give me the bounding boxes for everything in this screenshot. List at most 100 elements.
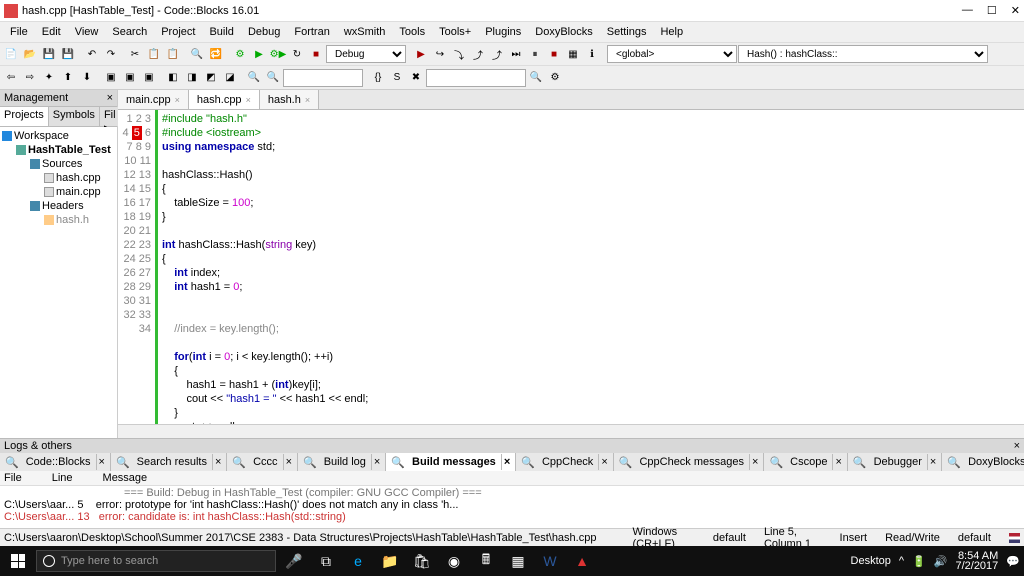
- tree-file-main-cpp[interactable]: main.cpp: [2, 185, 115, 199]
- build-target-select[interactable]: Debug: [326, 45, 406, 63]
- misc4-icon[interactable]: ◪: [221, 69, 239, 87]
- misc3-icon[interactable]: ◩: [202, 69, 220, 87]
- code-editor[interactable]: #include "hash.h" #include <iostream> us…: [158, 110, 1024, 424]
- panel-close-icon[interactable]: ×: [1014, 440, 1020, 452]
- debug-info-icon[interactable]: ℹ: [583, 45, 601, 63]
- chrome-icon[interactable]: ◉: [440, 550, 468, 572]
- bookmark-icon[interactable]: ✦: [40, 69, 58, 87]
- taskbar-search[interactable]: Type here to search: [36, 550, 276, 572]
- editor-tab-hash-cpp[interactable]: hash.cpp×: [189, 90, 260, 109]
- bookmark-prev-icon[interactable]: ⬆: [59, 69, 77, 87]
- log-tab-doxy[interactable]: 🔍DoxyBlocks ×: [942, 453, 1024, 471]
- debug-step-icon[interactable]: ⤵: [450, 45, 468, 63]
- editor-tab-hash-h[interactable]: hash.h×: [260, 90, 319, 109]
- menu-fortran[interactable]: Fortran: [288, 24, 335, 40]
- log-body[interactable]: === Build: Debug in HashTable_Test (comp…: [0, 486, 1024, 528]
- log-tab-debugger[interactable]: 🔍Debugger ×: [848, 453, 942, 471]
- rebuild-icon[interactable]: ↻: [288, 45, 306, 63]
- debug-next-icon[interactable]: ⏭: [507, 45, 525, 63]
- debug-stop-icon[interactable]: ■: [545, 45, 563, 63]
- paste-icon[interactable]: 📋: [164, 45, 182, 63]
- log-col-file[interactable]: File: [4, 472, 22, 484]
- run-icon[interactable]: ▶: [250, 45, 268, 63]
- store-icon[interactable]: 🛍: [408, 550, 436, 572]
- app-icon[interactable]: ▦: [504, 550, 532, 572]
- log-tab-search[interactable]: 🔍Search results ×: [111, 453, 227, 471]
- menu-debug[interactable]: Debug: [242, 24, 286, 40]
- menu-settings[interactable]: Settings: [601, 24, 653, 40]
- minimize-button[interactable]: —: [962, 4, 973, 17]
- tree-headers[interactable]: Headers: [2, 199, 115, 213]
- tray-up-icon[interactable]: ^: [899, 555, 904, 567]
- close-icon[interactable]: ×: [175, 95, 180, 105]
- close-icon[interactable]: ×: [305, 95, 310, 105]
- log-col-line[interactable]: Line: [52, 472, 73, 484]
- doxy3-icon[interactable]: ▣: [140, 69, 158, 87]
- close-icon[interactable]: ×: [246, 95, 251, 105]
- explorer-icon[interactable]: 📁: [376, 550, 404, 572]
- menu-plugins[interactable]: Plugins: [479, 24, 527, 40]
- start-button[interactable]: [4, 550, 32, 572]
- maximize-button[interactable]: ☐: [987, 4, 997, 17]
- debug-continue-icon[interactable]: ↪: [431, 45, 449, 63]
- tray-battery-icon[interactable]: 🔋: [912, 555, 926, 568]
- inc-highlight-icon[interactable]: 🔍: [264, 69, 282, 87]
- word-icon[interactable]: W: [536, 550, 564, 572]
- doxy2-icon[interactable]: ▣: [121, 69, 139, 87]
- menu-search[interactable]: Search: [106, 24, 153, 40]
- debug-stepover-icon[interactable]: ⤴: [469, 45, 487, 63]
- log-tab-buildmsg[interactable]: 🔍Build messages ×: [386, 453, 516, 471]
- tray-desktop[interactable]: Desktop: [851, 555, 891, 567]
- tray-notifications-icon[interactable]: 💬: [1006, 555, 1020, 568]
- log-col-msg[interactable]: Message: [103, 472, 148, 484]
- open-icon[interactable]: 📂: [21, 45, 39, 63]
- case-icon[interactable]: S: [388, 69, 406, 87]
- close-button[interactable]: ✕: [1011, 4, 1020, 17]
- tray-volume-icon[interactable]: 🔊: [934, 555, 948, 568]
- misc1-icon[interactable]: ◧: [164, 69, 182, 87]
- save-icon[interactable]: 💾: [40, 45, 58, 63]
- inc-search-icon[interactable]: 🔍: [245, 69, 263, 87]
- menu-project[interactable]: Project: [155, 24, 201, 40]
- calc-icon[interactable]: 🖩: [472, 550, 500, 572]
- debug-run-icon[interactable]: ▶: [412, 45, 430, 63]
- menu-build[interactable]: Build: [203, 24, 239, 40]
- log-tab-cppcheck[interactable]: 🔍CppCheck ×: [516, 453, 614, 471]
- doxy1-icon[interactable]: ▣: [102, 69, 120, 87]
- search-input2[interactable]: [426, 69, 526, 87]
- menu-edit[interactable]: Edit: [36, 24, 67, 40]
- edge-icon[interactable]: e: [344, 550, 372, 572]
- log-tab-cppcheckm[interactable]: 🔍CppCheck messages ×: [614, 453, 765, 471]
- panel-close-icon[interactable]: ×: [107, 92, 113, 104]
- mic-icon[interactable]: 🎤: [280, 550, 308, 572]
- clear-icon[interactable]: ✖: [407, 69, 425, 87]
- menu-doxyblocks[interactable]: DoxyBlocks: [529, 24, 598, 40]
- pdf-icon[interactable]: ▲: [568, 550, 596, 572]
- tree-file-hash-h[interactable]: hash.h: [2, 213, 115, 227]
- tree-file-hash-cpp[interactable]: hash.cpp: [2, 171, 115, 185]
- log-tab-codeblocks[interactable]: 🔍Code::Blocks ×: [0, 453, 111, 471]
- replace-icon[interactable]: 🔁: [207, 45, 225, 63]
- undo-icon[interactable]: ↶: [83, 45, 101, 63]
- redo-icon[interactable]: ↷: [102, 45, 120, 63]
- menu-view[interactable]: View: [69, 24, 105, 40]
- tab-projects[interactable]: Projects: [0, 107, 49, 126]
- regex-icon[interactable]: {}: [369, 69, 387, 87]
- find-icon[interactable]: 🔍: [188, 45, 206, 63]
- log-tab-buildlog[interactable]: 🔍Build log ×: [298, 453, 386, 471]
- editor-tab-main[interactable]: main.cpp×: [118, 90, 189, 109]
- bookmark-next-icon[interactable]: ⬇: [78, 69, 96, 87]
- tab-symbols[interactable]: Symbols: [49, 107, 100, 126]
- back-icon[interactable]: ⇦: [2, 69, 20, 87]
- new-icon[interactable]: 📄: [2, 45, 20, 63]
- debug-stepout-icon[interactable]: ⤴: [488, 45, 506, 63]
- scope-select[interactable]: <global>: [607, 45, 737, 63]
- misc2-icon[interactable]: ◨: [183, 69, 201, 87]
- tree-project[interactable]: HashTable_Test: [2, 143, 115, 157]
- search-go-icon[interactable]: 🔍: [527, 69, 545, 87]
- menu-tools[interactable]: Tools: [393, 24, 431, 40]
- tray-clock[interactable]: 8:54 AM7/2/2017: [955, 551, 998, 571]
- debug-pause-icon[interactable]: ⏸: [526, 45, 544, 63]
- menu-toolsplus[interactable]: Tools+: [433, 24, 477, 40]
- build-icon[interactable]: ⚙: [231, 45, 249, 63]
